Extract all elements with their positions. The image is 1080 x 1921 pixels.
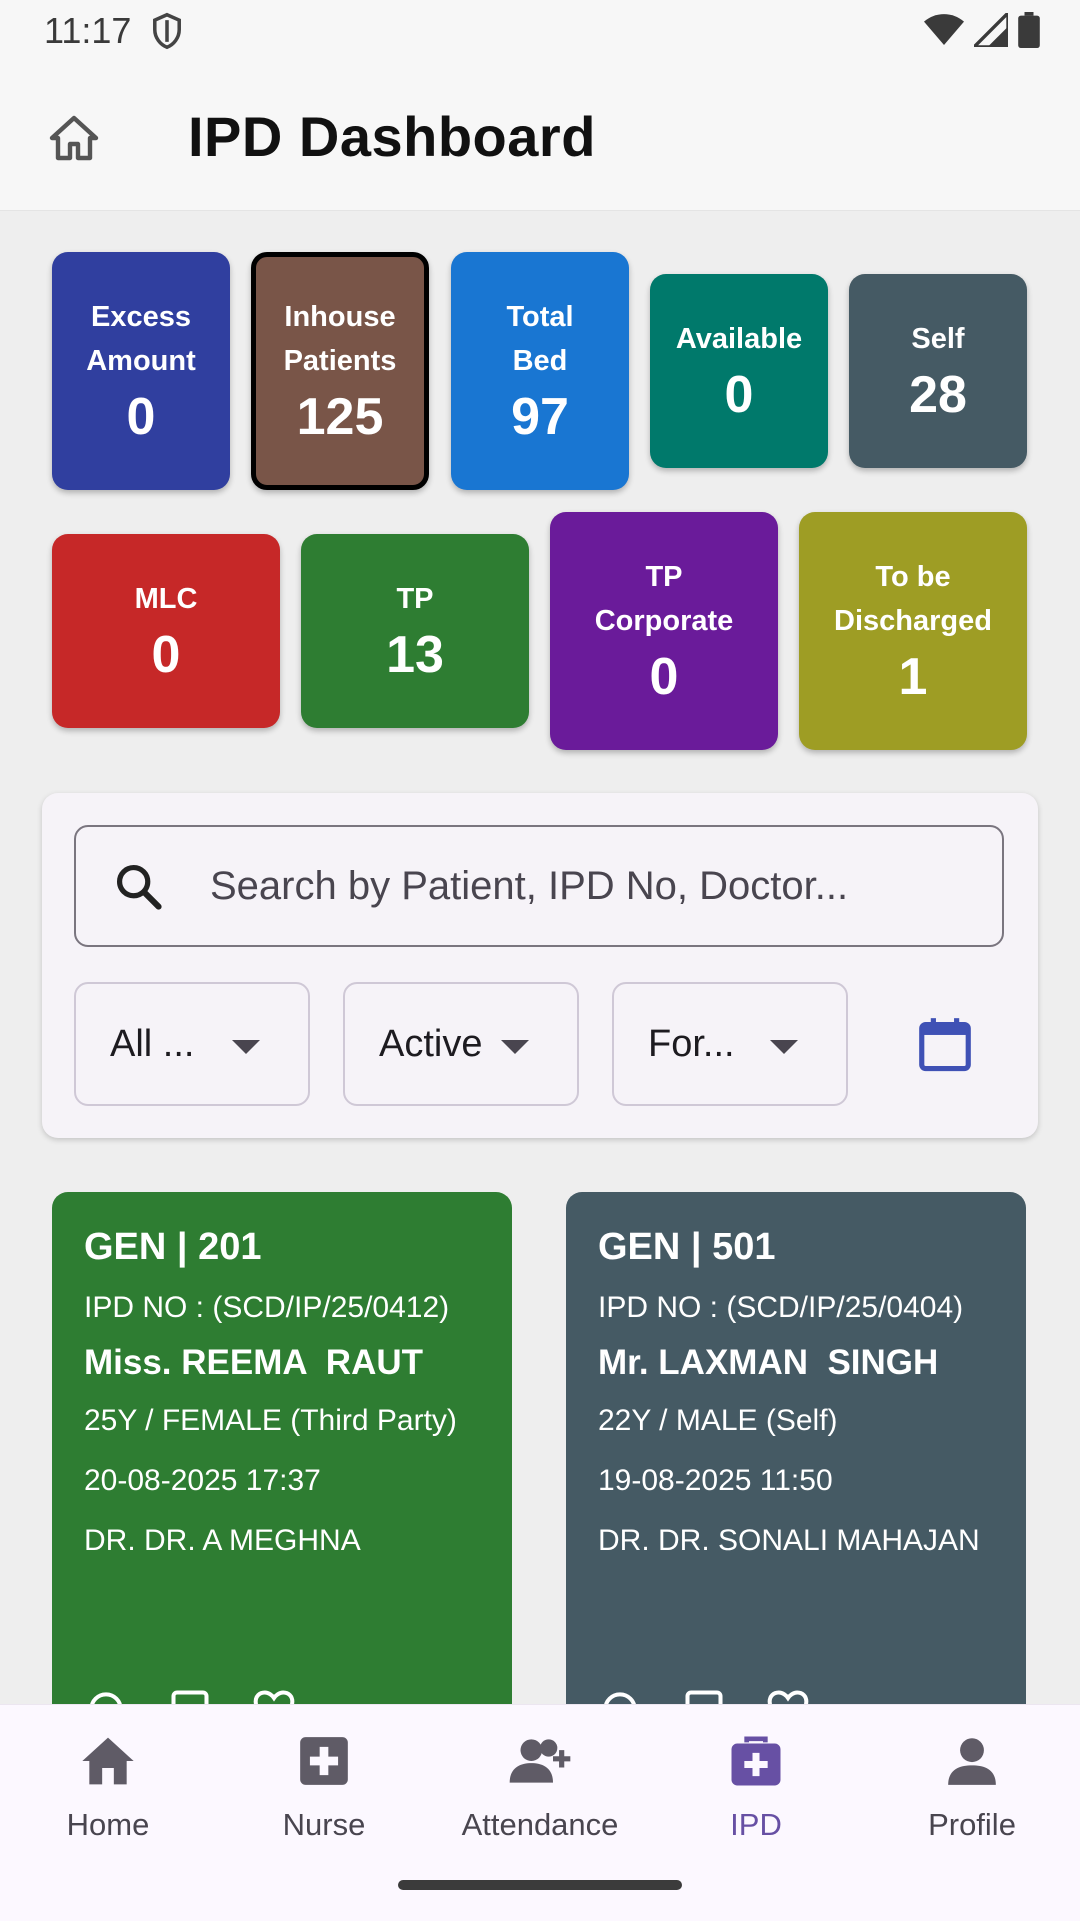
bed-number: GEN | 201 (84, 1226, 262, 1268)
stat-value: 0 (649, 648, 679, 706)
stat-tile-to-be-discharged[interactable]: To be Discharged 1 (799, 512, 1027, 750)
stat-value: 0 (126, 388, 156, 446)
stat-label: Available (675, 323, 803, 355)
nav-label: Attendance (461, 1807, 619, 1842)
wifi-icon (924, 13, 964, 52)
person-icon (948, 1738, 996, 1785)
medical-plus-icon (300, 1737, 348, 1785)
patient-info: 25Y / FEMALE (Third Party) (84, 1404, 457, 1437)
patient-name: Mr. LAXMAN SINGH (598, 1343, 939, 1382)
patient-info: 22Y / MALE (Self) (598, 1404, 838, 1437)
stat-label: Excess Amount (86, 301, 196, 377)
stat-tile-excess-amount[interactable]: Excess Amount 0 (52, 252, 230, 490)
home-button[interactable] (44, 108, 104, 168)
home-icon (82, 1737, 134, 1785)
type-filter-dropdown[interactable]: For... (612, 982, 848, 1106)
stat-label: TP Corporate (594, 561, 734, 637)
stat-label: To be Discharged (834, 561, 992, 637)
stat-value: 125 (296, 388, 384, 446)
stat-value: 0 (151, 626, 181, 684)
dropdown-arrow-icon (501, 1040, 529, 1054)
battery-icon (1018, 12, 1040, 53)
stat-label: Inhouse Patients (283, 301, 397, 377)
stat-value: 13 (386, 626, 444, 684)
stat-label: Total Bed (506, 301, 574, 377)
nav-label: Home (66, 1807, 150, 1842)
signal-icon (969, 8, 1010, 52)
ward-filter-value: All ... (110, 1022, 195, 1065)
bed-number: GEN | 501 (598, 1226, 776, 1268)
ipd-number: IPD NO : (SCD/IP/25/0412) (84, 1291, 450, 1324)
stat-tile-total-bed[interactable]: Total Bed 97 (451, 252, 629, 490)
admission-date: 19-08-2025 11:50 (598, 1464, 833, 1497)
status-filter-value: Active (379, 1022, 483, 1065)
search-input[interactable] (208, 862, 972, 910)
doctor-name: DR. DR. A MEGHNA (84, 1524, 361, 1557)
patient-name: Miss. REEMA RAUT (84, 1343, 424, 1382)
stat-tile-self[interactable]: Self 28 (849, 274, 1027, 468)
gesture-bar (398, 1880, 682, 1890)
stat-label: Self (911, 323, 965, 355)
type-filter-value: For... (648, 1022, 735, 1065)
calendar-icon (919, 1018, 971, 1072)
nav-label: Nurse (282, 1807, 366, 1842)
status-icons (924, 8, 1040, 53)
nav-item-attendance[interactable]: Attendance (432, 1729, 648, 1843)
person-add-icon (509, 1739, 571, 1783)
stat-value: 1 (898, 648, 928, 706)
stat-tile-tp-corporate[interactable]: TP Corporate 0 (550, 512, 778, 750)
stat-value: 28 (909, 366, 967, 424)
stat-tile-inhouse-patients[interactable]: Inhouse Patients 125 (251, 252, 429, 490)
page-title: IPD Dashboard (188, 105, 596, 168)
stat-tile-mlc[interactable]: MLC 0 (52, 534, 280, 728)
status-filter-dropdown[interactable]: Active (343, 982, 579, 1106)
nav-label: Profile (928, 1807, 1016, 1842)
nav-item-home[interactable]: Home (0, 1729, 216, 1843)
stat-value: 0 (724, 366, 754, 424)
nav-item-nurse[interactable]: Nurse (216, 1729, 432, 1843)
stat-label: TP (396, 583, 434, 615)
medical-bag-icon (731, 1736, 781, 1786)
nav-label: IPD (730, 1807, 782, 1842)
app-header: 11:17 IPD Dashboard (0, 0, 1080, 211)
dropdown-arrow-icon (232, 1040, 260, 1054)
search-field[interactable] (74, 825, 1004, 947)
stat-tile-available[interactable]: Available 0 (650, 274, 828, 468)
dropdown-arrow-icon (770, 1040, 798, 1054)
patient-card[interactable]: GEN | 501 IPD NO : (SCD/IP/25/0404) Mr. … (566, 1192, 1026, 1752)
status-time: 11:17 (44, 10, 132, 51)
ward-filter-dropdown[interactable]: All ... (74, 982, 310, 1106)
search-filter-card: All ... Active For... (42, 793, 1038, 1138)
admission-date: 20-08-2025 17:37 (84, 1464, 321, 1497)
doctor-name: DR. DR. SONALI MAHAJAN (598, 1524, 980, 1557)
home-icon (49, 115, 99, 161)
stat-tile-tp[interactable]: TP 13 (301, 534, 529, 728)
ipd-number: IPD NO : (SCD/IP/25/0404) (598, 1291, 964, 1324)
nav-item-ipd[interactable]: IPD (648, 1729, 864, 1843)
patient-card[interactable]: GEN | 201 IPD NO : (SCD/IP/25/0412) Miss… (52, 1192, 512, 1752)
date-picker-button[interactable] (914, 1013, 976, 1075)
search-icon (116, 864, 162, 910)
stat-value: 97 (511, 388, 569, 446)
stat-label: MLC (134, 583, 198, 615)
shield-icon (150, 12, 184, 55)
nav-item-profile[interactable]: Profile (864, 1729, 1080, 1843)
